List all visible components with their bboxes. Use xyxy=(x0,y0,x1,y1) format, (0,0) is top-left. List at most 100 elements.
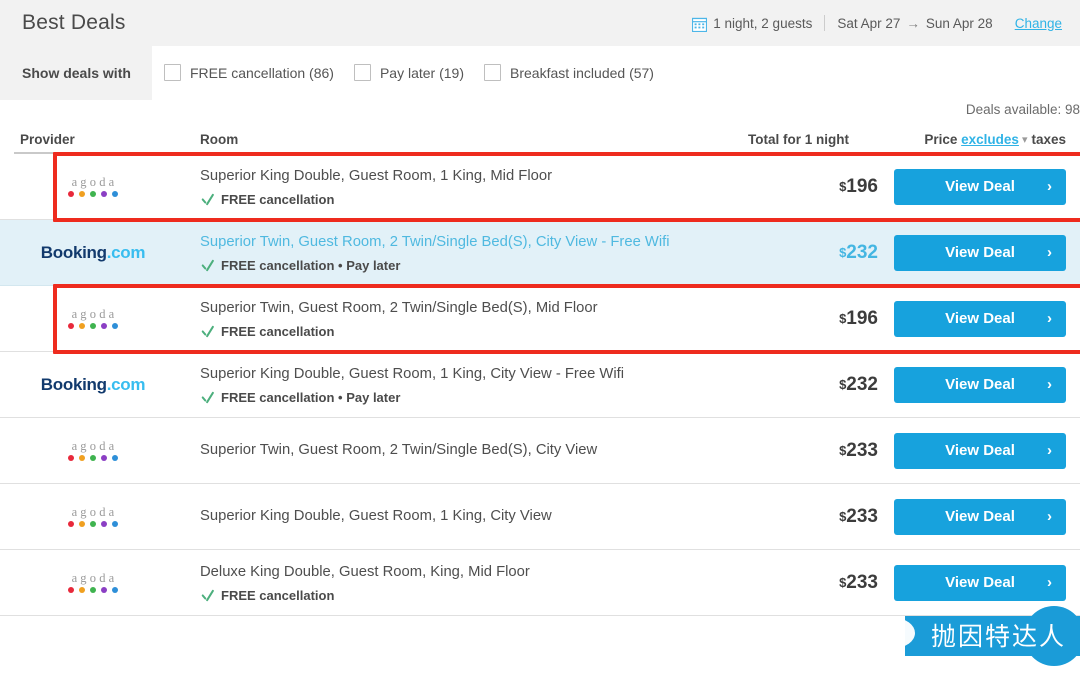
cell-price: $232 xyxy=(798,242,894,264)
room-perks: FREE cancellation • Pay later xyxy=(200,390,798,405)
check-icon xyxy=(200,194,214,205)
table-row[interactable]: agoda Superior Twin, Guest Room, 2 Twin/S… xyxy=(0,418,1080,484)
agoda-dots-icon xyxy=(68,455,118,461)
room-description: Superior King Double, Guest Room, 1 King… xyxy=(200,506,798,527)
room-description: Deluxe King Double, Guest Room, King, Mi… xyxy=(200,562,798,583)
view-deal-button[interactable]: View Deal› xyxy=(894,367,1066,403)
agoda-dots-icon xyxy=(68,521,118,527)
filter-label: Show deals with xyxy=(22,65,131,81)
checkbox-icon[interactable] xyxy=(484,64,501,81)
date-arrow-icon: → xyxy=(906,16,920,31)
cell-action: View Deal› xyxy=(894,367,1066,403)
table-row[interactable]: agoda Superior King Double, Guest Room, 1… xyxy=(0,484,1080,550)
price-amount: 233 xyxy=(846,506,878,527)
table-row[interactable]: Booking.com Superior Twin, Guest Room, 2 … xyxy=(0,220,1080,286)
cell-action: View Deal› xyxy=(894,235,1066,271)
currency-symbol: $ xyxy=(839,311,846,326)
table-row[interactable]: agoda Superior Twin, Guest Room, 2 Twin/S… xyxy=(0,286,1080,352)
cell-provider: agoda xyxy=(14,440,186,462)
checkin-date: Sat Apr 27 xyxy=(837,16,900,31)
cell-room: Superior Twin, Guest Room, 2 Twin/Single… xyxy=(186,298,798,339)
booking-logo-suffix: .com xyxy=(107,375,145,394)
room-description[interactable]: Superior Twin, Guest Room, 2 Twin/Single… xyxy=(200,232,798,253)
price-excludes-link[interactable]: excludes xyxy=(961,132,1019,147)
cell-action: View Deal› xyxy=(894,433,1066,469)
view-deal-button[interactable]: View Deal › xyxy=(894,499,1066,535)
stay-summary-text: 1 night, 2 guests xyxy=(713,16,812,31)
price-amount: 233 xyxy=(846,440,878,461)
view-deal-button[interactable]: View Deal› xyxy=(894,301,1066,337)
room-description: Superior King Double, Guest Room, 1 King… xyxy=(200,166,798,187)
price-suffix: taxes xyxy=(1031,132,1066,147)
filter-free-cancellation-label: FREE cancellation (86) xyxy=(190,65,334,81)
table-row[interactable]: Booking.comSuperior King Double, Guest R… xyxy=(0,352,1080,418)
room-perks: FREE cancellation xyxy=(200,192,798,207)
room-perks: FREE cancellation • Pay later xyxy=(200,258,798,273)
currency-symbol: $ xyxy=(839,179,846,194)
best-deals-page: Best Deals 1 night, 2 guests xyxy=(0,0,1080,685)
column-header-provider: Provider xyxy=(20,132,75,147)
price-amount: 233 xyxy=(846,572,878,593)
check-icon xyxy=(200,590,214,601)
room-perks-label: FREE cancellation • Pay later xyxy=(221,390,400,405)
checkbox-icon[interactable] xyxy=(354,64,371,81)
currency-symbol: $ xyxy=(839,509,846,524)
change-dates-link[interactable]: Change xyxy=(1015,16,1062,31)
cell-action: View Deal › xyxy=(894,499,1066,535)
stay-summary-bar: 1 night, 2 guests Sat Apr 27 → Sun Apr 2… xyxy=(692,15,1062,31)
agoda-logo: agoda xyxy=(68,308,118,330)
table-row[interactable]: agodaDeluxe King Double, Guest Room, Kin… xyxy=(0,550,1080,616)
page-title: Best Deals xyxy=(22,11,126,35)
room-perks-label: FREE cancellation xyxy=(221,192,334,207)
cell-price: $233 xyxy=(798,506,894,528)
deals-available-row: Deals available: 98 xyxy=(0,100,1080,126)
room-perks-label: FREE cancellation xyxy=(221,324,334,339)
deal-price: $232 xyxy=(839,374,878,395)
column-header-price: Price excludes▾taxes xyxy=(924,132,1066,147)
filter-options: FREE cancellation (86) Pay later (19) Br… xyxy=(152,46,1080,100)
view-deal-label: View Deal xyxy=(945,376,1015,393)
deal-price: $233 xyxy=(839,572,878,593)
watermark-text: 抛因特达人 xyxy=(931,617,1066,653)
view-deal-label: View Deal xyxy=(945,508,1015,525)
agoda-logo: agoda xyxy=(68,176,118,198)
cell-price: $232 xyxy=(798,374,894,396)
cell-room: Deluxe King Double, Guest Room, King, Mi… xyxy=(186,562,798,603)
view-deal-button[interactable]: View Deal› xyxy=(894,169,1066,205)
view-deal-button[interactable]: View Deal › xyxy=(894,565,1066,601)
cell-price: $196 xyxy=(798,308,894,330)
view-deal-label: View Deal xyxy=(945,442,1015,459)
view-deal-button[interactable]: View Deal› xyxy=(894,433,1066,469)
chevron-down-icon[interactable]: ▾ xyxy=(1022,133,1028,146)
room-description: Superior Twin, Guest Room, 2 Twin/Single… xyxy=(200,298,798,319)
agoda-logo-text: agoda xyxy=(68,440,118,453)
agoda-logo: agoda xyxy=(68,506,118,528)
cell-room: Superior King Double, Guest Room, 1 King… xyxy=(186,166,798,207)
cell-price: $196 xyxy=(798,176,894,198)
filter-breakfast-included[interactable]: Breakfast included (57) xyxy=(484,64,654,81)
filter-free-cancellation[interactable]: FREE cancellation (86) xyxy=(164,64,334,81)
cell-provider: agoda xyxy=(14,506,186,528)
room-description: Superior Twin, Guest Room, 2 Twin/Single… xyxy=(200,440,798,461)
view-deal-label: View Deal xyxy=(945,178,1015,195)
chevron-right-icon: › xyxy=(1047,244,1052,261)
table-row[interactable]: agoda Superior King Double, Guest Room, 1… xyxy=(0,154,1080,220)
cell-price: $233 xyxy=(798,440,894,462)
deal-price: $196 xyxy=(839,308,878,329)
deal-price: $196 xyxy=(839,176,878,197)
filter-pay-later[interactable]: Pay later (19) xyxy=(354,64,464,81)
chevron-right-icon: › xyxy=(1047,508,1052,525)
cell-room: Superior King Double, Guest Room, 1 King… xyxy=(186,364,798,405)
booking-logo: Booking.com xyxy=(41,243,145,263)
cell-action: View Deal › xyxy=(894,565,1066,601)
cell-provider: agoda xyxy=(14,176,186,198)
view-deal-label: View Deal xyxy=(945,574,1015,591)
chevron-right-icon: › xyxy=(1047,574,1052,591)
checkbox-icon[interactable] xyxy=(164,64,181,81)
cell-room: Superior King Double, Guest Room, 1 King… xyxy=(186,506,798,527)
deals-list: agoda Superior King Double, Guest Room, 1… xyxy=(0,154,1080,616)
header-divider xyxy=(824,15,825,31)
view-deal-button[interactable]: View Deal› xyxy=(894,235,1066,271)
booking-logo-suffix: .com xyxy=(107,243,145,262)
column-header-room: Room xyxy=(200,132,238,147)
